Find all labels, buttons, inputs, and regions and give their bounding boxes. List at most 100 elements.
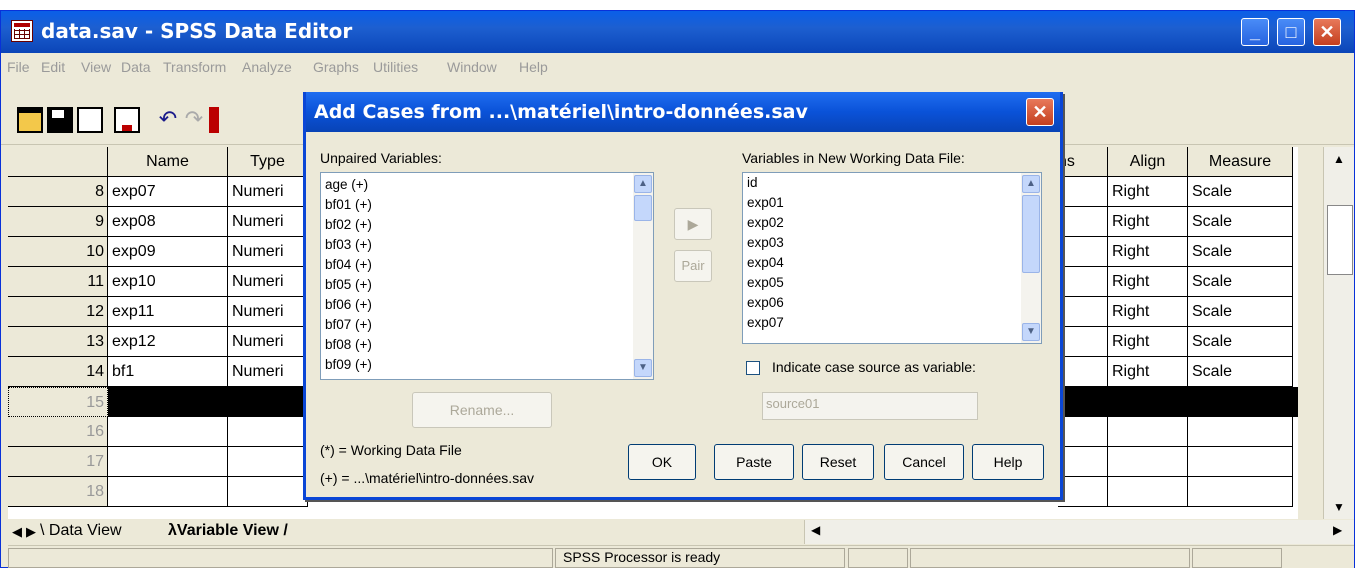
grid-corner[interactable] [8,147,108,177]
close-button[interactable]: ✕ [1313,18,1341,46]
rename-button[interactable]: Rename... [412,392,552,428]
cell-type[interactable]: Numeri [228,357,308,387]
cancel-button[interactable]: Cancel [884,444,964,480]
indicate-source-checkbox[interactable] [746,361,760,375]
scroll-right-icon[interactable]: ▶ [1333,523,1342,537]
cell-align[interactable]: Right [1108,237,1188,267]
cell-type[interactable]: Numeri [228,177,308,207]
dialog-title-bar[interactable]: Add Cases from ...\matériel\intro-donnée… [306,92,1060,132]
cell-type[interactable]: Numeri [228,267,308,297]
cell-align[interactable] [1108,417,1188,447]
list-item[interactable]: id [747,175,758,191]
row-number[interactable]: 13 [8,327,108,357]
cell-type[interactable]: Numeri [228,207,308,237]
cell-columns[interactable] [1058,447,1108,477]
save-disk-icon[interactable] [47,107,73,133]
header-measure[interactable]: Measure [1188,147,1293,177]
list-item[interactable]: bf05 (+) [325,277,372,293]
list-item[interactable]: exp03 [747,235,784,251]
minimize-button[interactable]: _ [1241,18,1269,46]
dialog-close-button[interactable]: ✕ [1026,98,1054,126]
cell-name[interactable]: exp08 [108,207,228,237]
cell-columns[interactable] [1058,267,1108,297]
row-number[interactable]: 15 [8,387,108,417]
list-item[interactable]: exp07 [747,315,784,331]
maximize-button[interactable]: □ [1277,18,1305,46]
cell-measure[interactable]: Scale [1188,357,1293,387]
title-bar[interactable]: data.sav - SPSS Data Editor _ □ ✕ [1,11,1354,53]
cell-measure[interactable]: Scale [1188,267,1293,297]
scroll-thumb[interactable] [634,195,652,221]
cell-columns[interactable] [1058,327,1108,357]
cell-align[interactable] [1108,477,1188,507]
row-number[interactable]: 10 [8,237,108,267]
unpaired-variables-list[interactable]: age (+) bf01 (+) bf02 (+) bf03 (+) bf04 … [320,172,654,380]
cell-name[interactable] [108,477,228,507]
list-item[interactable]: exp05 [747,275,784,291]
scroll-thumb[interactable] [1022,195,1040,273]
pair-button[interactable]: Pair [674,250,712,282]
scroll-up-icon[interactable]: ▲ [1328,149,1350,169]
list-item[interactable]: bf01 (+) [325,197,372,213]
cell-measure[interactable] [1188,477,1293,507]
scroll-up-icon[interactable]: ▲ [634,175,652,193]
header-align[interactable]: Align [1108,147,1188,177]
tab-data-view[interactable]: \ Data View [40,522,122,540]
dialog-recall-icon[interactable] [114,107,140,133]
row-number[interactable]: 12 [8,297,108,327]
scroll-down-icon[interactable]: ▼ [1022,323,1040,341]
new-file-list-scrollbar[interactable]: ▲ ▼ [1021,173,1041,343]
reset-button[interactable]: Reset [802,444,874,480]
scroll-down-icon[interactable]: ▼ [1328,497,1350,517]
menu-help[interactable]: Help [519,59,548,75]
menu-utilities[interactable]: Utilities [373,59,418,75]
header-name[interactable]: Name [108,147,228,177]
header-columns[interactable]: ns [1058,147,1108,177]
print-icon[interactable] [77,107,103,133]
cell-measure[interactable]: Scale [1188,297,1293,327]
paste-button[interactable]: Paste [714,444,794,480]
menu-analyze[interactable]: Analyze [242,59,292,75]
cell-name[interactable]: exp10 [108,267,228,297]
cell-name[interactable]: exp11 [108,297,228,327]
cell-align[interactable]: Right [1108,357,1188,387]
scroll-left-icon[interactable]: ◀ [811,523,820,537]
cell-measure[interactable]: Scale [1188,237,1293,267]
row-number[interactable]: 8 [8,177,108,207]
list-item[interactable]: exp06 [747,295,784,311]
scroll-thumb[interactable] [1327,205,1353,275]
open-folder-icon[interactable] [17,107,43,133]
list-item[interactable]: bf08 (+) [325,337,372,353]
ok-button[interactable]: OK [628,444,696,480]
list-item[interactable]: bf04 (+) [325,257,372,273]
cell-align[interactable]: Right [1108,327,1188,357]
undo-icon[interactable]: ↶ [155,107,181,133]
cell-measure[interactable] [1188,447,1293,477]
help-button[interactable]: Help [972,444,1044,480]
menu-data[interactable]: Data [121,59,151,75]
list-item[interactable]: bf02 (+) [325,217,372,233]
scroll-down-icon[interactable]: ▼ [634,359,652,377]
tab-prev-icon[interactable]: ◀ [12,524,22,540]
row-number[interactable]: 9 [8,207,108,237]
menu-view[interactable]: View [81,59,111,75]
cell-type[interactable] [228,417,308,447]
cell-align[interactable]: Right [1108,177,1188,207]
cell-name[interactable]: exp07 [108,177,228,207]
cell-columns[interactable] [1058,237,1108,267]
cell-type[interactable]: Numeri [228,237,308,267]
cell-measure[interactable]: Scale [1188,177,1293,207]
list-item[interactable]: bf07 (+) [325,317,372,333]
cell-columns[interactable] [1058,297,1108,327]
list-item[interactable]: exp01 [747,195,784,211]
cell-type[interactable]: Numeri [228,327,308,357]
cell-name[interactable] [108,417,228,447]
list-item[interactable]: exp02 [747,215,784,231]
header-type[interactable]: Type [228,147,308,177]
cell-align[interactable]: Right [1108,297,1188,327]
cell-measure[interactable] [1188,417,1293,447]
unpaired-list-scrollbar[interactable]: ▲ ▼ [633,173,653,379]
menu-transform[interactable]: Transform [163,59,226,75]
cell-columns[interactable] [1058,357,1108,387]
cell-align[interactable]: Right [1108,207,1188,237]
